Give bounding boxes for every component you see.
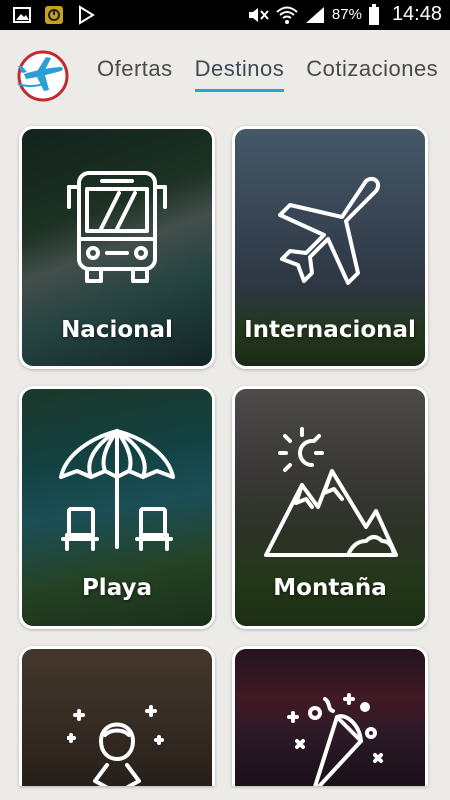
app-bar: Ofertas Destinos Cotizaciones <box>0 30 450 110</box>
yoga-icon <box>67 705 164 786</box>
card-nacional[interactable]: Nacional <box>19 126 215 369</box>
battery-icon <box>368 3 379 25</box>
wifi-icon <box>276 6 298 24</box>
tab-ofertas[interactable]: Ofertas <box>86 52 184 86</box>
play-store-icon <box>79 5 95 25</box>
status-bar: 87% 14:48 <box>0 0 450 30</box>
beach-umbrella-icon <box>59 429 175 551</box>
card-playa[interactable]: Playa <box>19 386 215 629</box>
mountain-icon <box>264 427 398 557</box>
tab-bar: Ofertas Destinos Cotizaciones <box>86 52 449 92</box>
bus-icon <box>67 171 167 283</box>
power-app-icon <box>45 6 63 24</box>
signal-icon <box>305 6 324 23</box>
airplane-icon <box>278 176 381 285</box>
card-label: Nacional <box>61 317 173 343</box>
mute-icon <box>248 7 269 22</box>
card-fiesta[interactable] <box>232 646 428 786</box>
card-label: Playa <box>81 575 153 601</box>
image-icon <box>13 7 31 23</box>
card-label: Montaña <box>273 575 387 601</box>
card-montana[interactable]: Montaña <box>232 386 428 629</box>
clock: 14:48 <box>391 3 442 25</box>
battery-percent: 87% <box>331 6 362 23</box>
party-popper-icon <box>287 693 383 786</box>
card-internacional[interactable]: Internacional <box>232 126 428 369</box>
tab-destinos[interactable]: Destinos <box>184 52 296 92</box>
card-relax[interactable] <box>19 646 215 786</box>
card-label: Internacional <box>244 317 416 343</box>
airplane-logo[interactable] <box>10 44 72 106</box>
tab-cotizaciones[interactable]: Cotizaciones <box>295 52 449 86</box>
